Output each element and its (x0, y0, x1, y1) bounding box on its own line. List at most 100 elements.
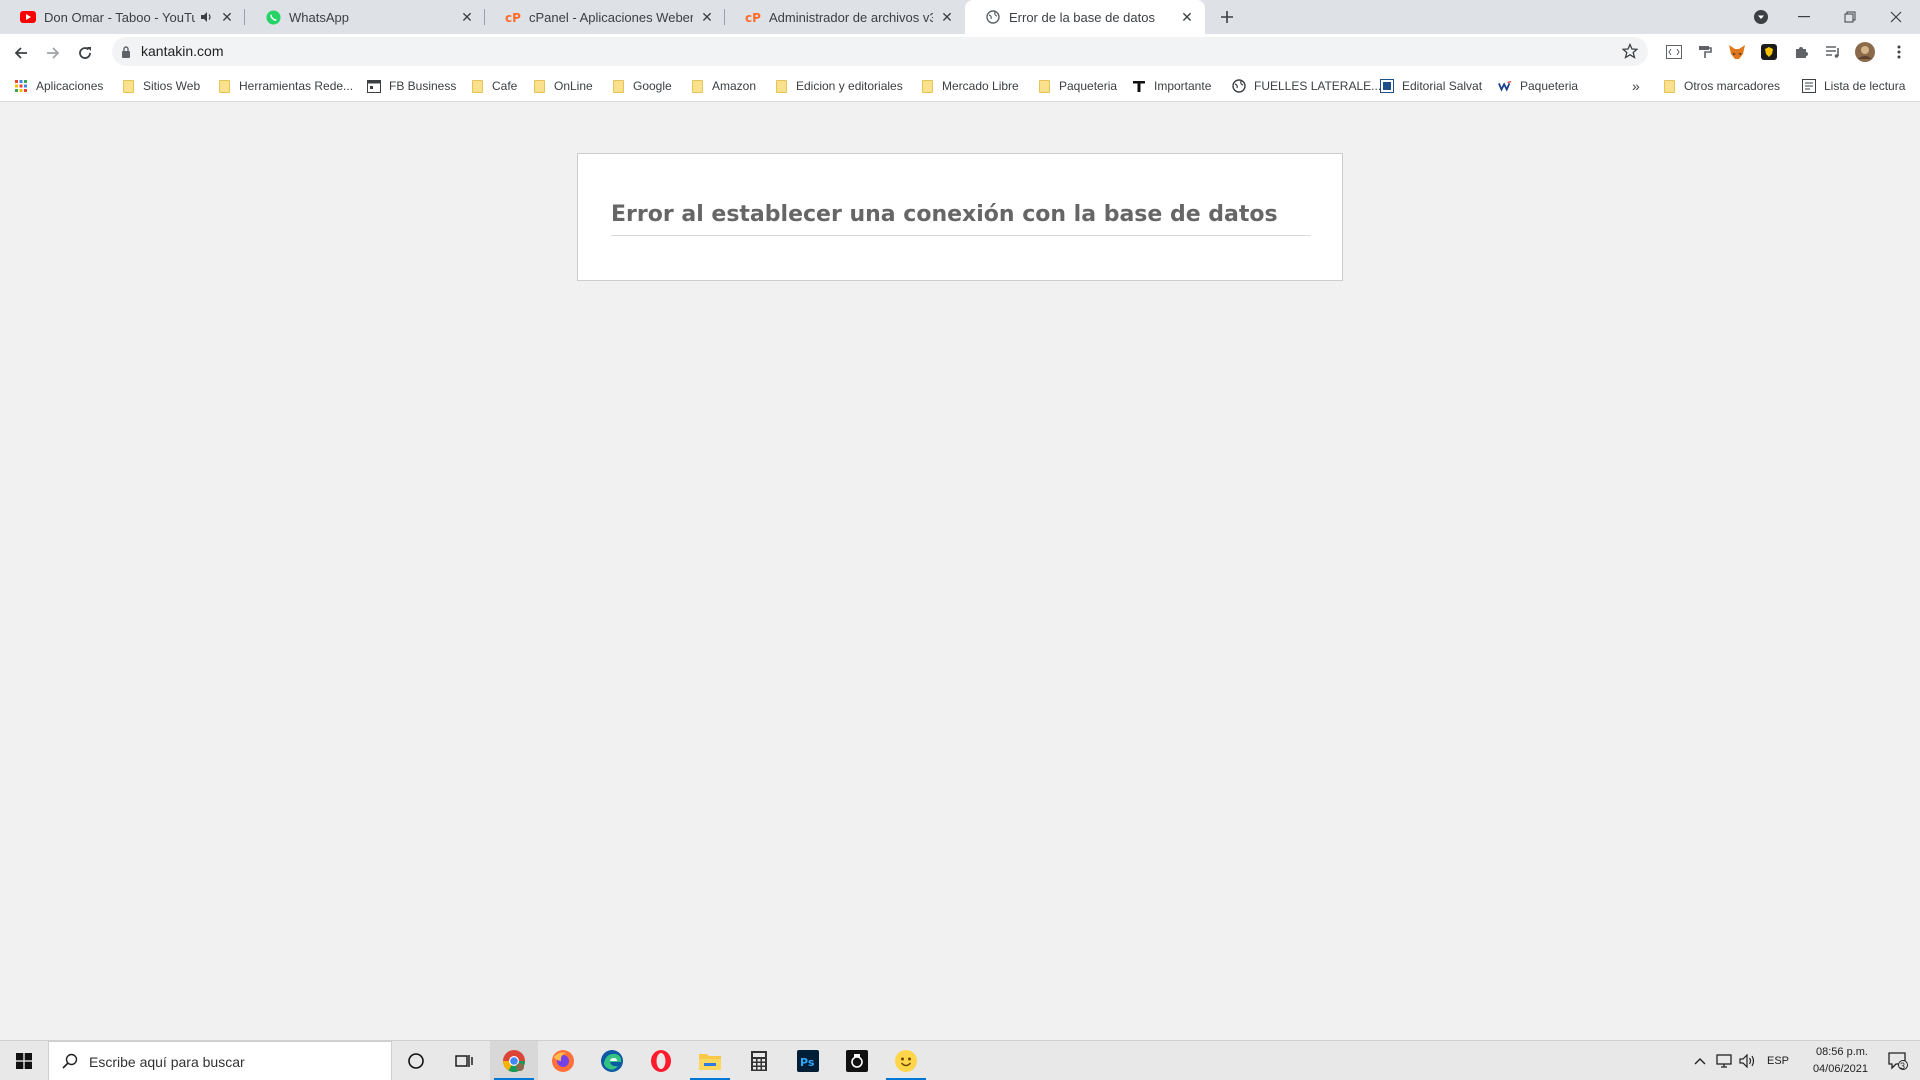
tab-title: WhatsApp (289, 9, 349, 25)
taskbar-opera-icon[interactable] (637, 1041, 685, 1080)
puzzle-extensions-icon[interactable] (1791, 42, 1811, 62)
bookmarks-bar: Aplicaciones Sitios Web Herramientas Red… (0, 70, 1920, 102)
tab-strip: Don Omar - Taboo - YouTube ✕ WhatsApp ✕ … (0, 0, 1920, 34)
bookmarks-overflow-button[interactable]: » (1632, 77, 1640, 95)
menu-kebab-icon[interactable] (1889, 42, 1909, 62)
code-extension-icon[interactable] (1664, 42, 1684, 62)
folder-icon (121, 79, 135, 93)
close-icon[interactable]: ✕ (459, 9, 475, 25)
bookmark-label: FB Business (389, 79, 457, 93)
speaker-icon[interactable] (199, 10, 213, 24)
tab-search-button[interactable] (1738, 0, 1784, 34)
bookmark-folder[interactable]: Paqueteria (1037, 77, 1117, 95)
folder-icon (217, 79, 231, 93)
tab-youtube[interactable]: Don Omar - Taboo - YouTube ✕ (0, 0, 245, 34)
folder-icon (532, 79, 546, 93)
tab-title: cPanel - Aplicaciones Webempresa (529, 9, 693, 25)
page-viewport: Error al establecer una conexión con la … (0, 102, 1920, 1040)
volume-icon[interactable] (1737, 1041, 1759, 1080)
folder-icon (690, 79, 704, 93)
apps-grid-icon (14, 79, 28, 93)
network-icon[interactable] (1714, 1041, 1736, 1080)
taskbar-search-box[interactable]: Escribe aquí para buscar (48, 1041, 392, 1080)
tab-whatsapp[interactable]: WhatsApp ✕ (245, 0, 485, 34)
shield-extension-icon[interactable] (1759, 42, 1779, 62)
start-button[interactable] (0, 1041, 48, 1080)
tab-cpanel[interactable]: cP cPanel - Aplicaciones Webempresa ✕ (485, 0, 725, 34)
taskbar-clock[interactable]: 08:56 p.m. 04/06/2021 (1798, 1044, 1868, 1078)
bookmark-folder[interactable]: Mercado Libre (920, 77, 1019, 95)
new-tab-button[interactable] (1215, 5, 1239, 29)
taskbar-smiley-app-icon[interactable] (882, 1041, 930, 1080)
taskbar-edge-icon[interactable] (588, 1041, 636, 1080)
close-icon[interactable]: ✕ (1179, 9, 1195, 25)
metamask-fox-icon[interactable] (1727, 42, 1747, 62)
address-bar[interactable]: kantakin.com (112, 37, 1648, 66)
bookmark-label: Paqueteria (1059, 79, 1118, 93)
bookmark-other-folder[interactable]: Otros marcadores (1662, 77, 1780, 95)
bookmark-label: Edicion y editoriales (796, 79, 903, 93)
svg-text:cP: cP (745, 11, 761, 23)
tray-chevron-up-icon[interactable] (1690, 1041, 1710, 1080)
bookmark-label: Importante (1154, 79, 1212, 93)
bookmark-editorial-salvat[interactable]: Editorial Salvat (1380, 77, 1482, 95)
tab-file-manager[interactable]: cP Administrador de archivos v3 de ✕ (725, 0, 965, 34)
svg-text:Ps: Ps (800, 1056, 815, 1069)
bookmark-folder[interactable]: Edicion y editoriales (774, 77, 903, 95)
url-text[interactable]: kantakin.com (141, 43, 223, 59)
reading-list-button[interactable]: Lista de lectura (1802, 77, 1905, 95)
bookmark-fb-business[interactable]: FB Business (367, 77, 456, 95)
cpanel-icon: cP (745, 9, 761, 25)
action-center-button[interactable]: 3 (1878, 1041, 1918, 1080)
minimize-button[interactable] (1781, 0, 1827, 34)
bookmark-label: Google (633, 79, 672, 93)
search-icon (62, 1053, 78, 1074)
task-view-button[interactable] (440, 1041, 488, 1080)
folder-icon (1037, 79, 1051, 93)
forward-button[interactable] (40, 40, 66, 66)
close-icon[interactable]: ✕ (219, 9, 235, 25)
close-icon[interactable]: ✕ (699, 9, 715, 25)
letter-t-icon (1132, 79, 1146, 93)
paint-roller-icon[interactable] (1695, 42, 1715, 62)
close-window-button[interactable] (1873, 0, 1919, 34)
reload-button[interactable] (72, 40, 98, 66)
taskbar-photoshop-icon[interactable]: Ps (784, 1041, 832, 1080)
taskbar-calculator-icon[interactable] (735, 1041, 783, 1080)
close-icon[interactable]: ✕ (939, 9, 955, 25)
back-button[interactable] (8, 40, 34, 66)
bookmark-folder[interactable]: Google (611, 77, 672, 95)
bookmark-star-icon[interactable] (1621, 42, 1639, 64)
bookmark-apps[interactable]: Aplicaciones (14, 77, 103, 95)
restore-button[interactable] (1827, 0, 1873, 34)
cortana-button[interactable] (392, 1041, 440, 1080)
language-indicator[interactable]: ESP (1762, 1041, 1794, 1080)
bookmark-folder[interactable]: Cafe (470, 77, 517, 95)
taskbar-firefox-icon[interactable] (539, 1041, 587, 1080)
profile-avatar[interactable] (1855, 42, 1875, 62)
windows-taskbar: Escribe aquí para buscar Ps ESP 08:56 p.… (0, 1040, 1920, 1080)
taskbar-file-explorer-icon[interactable] (686, 1041, 734, 1080)
folder-icon (470, 79, 484, 93)
taskbar-camera-app-icon[interactable] (833, 1041, 881, 1080)
lock-icon[interactable] (121, 45, 131, 63)
media-queue-icon[interactable] (1823, 42, 1843, 62)
bookmark-fuelles[interactable]: FUELLES LATERALE... (1232, 77, 1381, 95)
bookmark-label: Aplicaciones (36, 79, 104, 93)
taskbar-chrome-icon[interactable] (490, 1041, 538, 1080)
bookmark-folder[interactable]: Amazon (690, 77, 756, 95)
wing-logo-icon (1498, 79, 1512, 93)
bookmark-label: Cafe (492, 79, 518, 93)
bookmark-folder[interactable]: Sitios Web (121, 77, 200, 95)
bookmark-folder[interactable]: Herramientas Rede... (217, 77, 353, 95)
bookmark-importante[interactable]: Importante (1132, 77, 1211, 95)
folder-icon (920, 79, 934, 93)
whatsapp-icon (265, 9, 281, 25)
folder-icon (611, 79, 625, 93)
tab-title: Error de la base de datos (1009, 9, 1155, 25)
bookmark-label: Paqueteria (1520, 79, 1579, 93)
bookmark-folder[interactable]: OnLine (532, 77, 593, 95)
tab-database-error[interactable]: Error de la base de datos ✕ (965, 0, 1205, 34)
clock-time: 08:56 p.m. (1816, 1046, 1868, 1058)
bookmark-paqueteria-link[interactable]: Paqueteria (1498, 77, 1578, 95)
